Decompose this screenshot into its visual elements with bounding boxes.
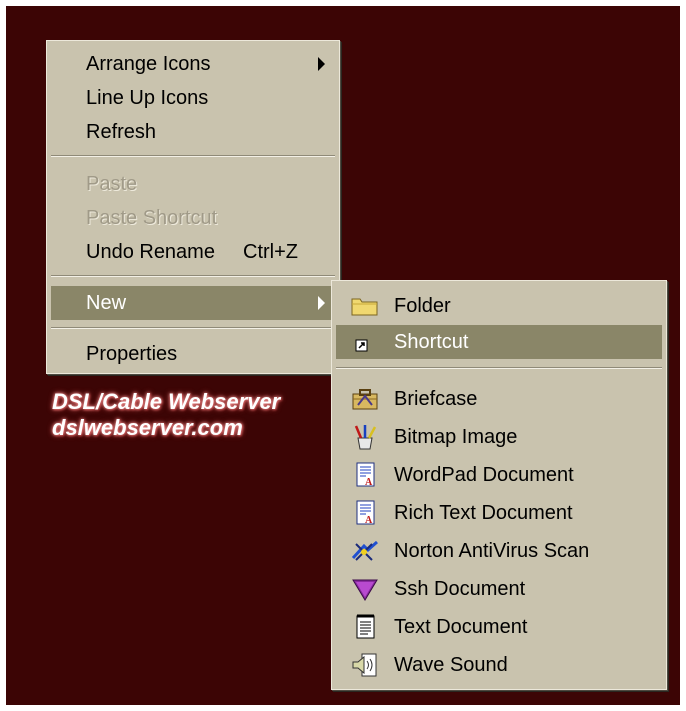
menu-separator bbox=[51, 155, 335, 157]
menu-item-label: Ssh Document bbox=[394, 577, 526, 600]
svg-text:A: A bbox=[365, 515, 373, 526]
menu-separator bbox=[51, 327, 335, 329]
submenu-item-folder[interactable]: Folder bbox=[336, 289, 662, 323]
menu-item-properties[interactable]: Properties bbox=[51, 337, 335, 371]
menu-item-label: WordPad Document bbox=[394, 463, 574, 486]
menu-item-label: Briefcase bbox=[394, 387, 478, 410]
paint-brush-icon bbox=[350, 424, 380, 450]
menu-item-label: Undo Rename bbox=[86, 240, 215, 263]
menu-item-label: Rich Text Document bbox=[394, 501, 573, 524]
menu-item-refresh[interactable]: Refresh bbox=[51, 115, 335, 149]
submenu-item-shortcut[interactable]: Shortcut bbox=[336, 325, 662, 359]
menu-item-label: Line Up Icons bbox=[86, 86, 209, 109]
menu-item-label: Norton AntiVirus Scan bbox=[394, 539, 590, 562]
menu-item-paste: Paste bbox=[51, 167, 335, 201]
briefcase-icon bbox=[350, 386, 380, 412]
menu-item-label: Wave Sound bbox=[394, 653, 508, 676]
folder-icon bbox=[350, 293, 380, 319]
submenu-item-wordpad-document[interactable]: A WordPad Document bbox=[336, 458, 662, 492]
watermark-line-2: dslwebserver.com bbox=[52, 415, 243, 440]
ssh-icon bbox=[350, 576, 380, 602]
rich-text-icon: A bbox=[350, 500, 380, 526]
menu-item-label: Arrange Icons bbox=[86, 52, 211, 75]
submenu-arrow-icon bbox=[318, 57, 325, 71]
norton-antivirus-icon bbox=[350, 538, 380, 564]
wordpad-icon: A bbox=[350, 462, 380, 488]
menu-separator bbox=[336, 367, 662, 369]
menu-item-line-up-icons[interactable]: Line Up Icons bbox=[51, 81, 335, 115]
submenu-arrow-icon bbox=[318, 296, 325, 310]
submenu-item-wave-sound[interactable]: Wave Sound bbox=[336, 648, 662, 682]
menu-item-new[interactable]: New bbox=[51, 286, 335, 320]
submenu-item-norton-antivirus-scan[interactable]: Norton AntiVirus Scan bbox=[336, 534, 662, 568]
menu-item-arrange-icons[interactable]: Arrange Icons bbox=[51, 47, 335, 81]
submenu-item-text-document[interactable]: Text Document bbox=[336, 610, 662, 644]
submenu-item-rich-text-document[interactable]: A Rich Text Document bbox=[336, 496, 662, 530]
menu-item-label: Properties bbox=[86, 342, 178, 365]
notepad-icon bbox=[350, 614, 380, 640]
menu-item-paste-shortcut: Paste Shortcut bbox=[51, 201, 335, 235]
speaker-icon bbox=[350, 652, 380, 678]
submenu-item-briefcase[interactable]: Briefcase bbox=[336, 382, 662, 416]
shortcut-icon bbox=[350, 329, 380, 355]
menu-separator bbox=[51, 275, 335, 277]
keyboard-shortcut: Ctrl+Z bbox=[243, 240, 298, 263]
submenu-item-ssh-document[interactable]: Ssh Document bbox=[336, 572, 662, 606]
submenu-item-bitmap-image[interactable]: Bitmap Image bbox=[336, 420, 662, 454]
desktop-background[interactable]: Arrange Icons Line Up Icons Refresh Past… bbox=[6, 6, 680, 705]
menu-item-label: Bitmap Image bbox=[394, 425, 518, 448]
new-submenu: Folder Shortcut Briefcase Bitmap Image A… bbox=[331, 280, 667, 690]
svg-text:A: A bbox=[365, 477, 373, 488]
menu-item-label: Text Document bbox=[394, 615, 528, 638]
menu-item-undo-rename[interactable]: Undo Rename Ctrl+Z bbox=[51, 235, 335, 269]
menu-item-label: Paste bbox=[86, 172, 138, 195]
menu-item-label: Paste Shortcut bbox=[86, 206, 218, 229]
watermark-line-1: DSL/Cable Webserver bbox=[52, 389, 281, 414]
watermark: DSL/Cable Webserver dslwebserver.com bbox=[52, 389, 280, 441]
menu-item-label: Folder bbox=[394, 294, 451, 317]
desktop-context-menu: Arrange Icons Line Up Icons Refresh Past… bbox=[46, 40, 340, 374]
menu-item-label: Shortcut bbox=[394, 330, 469, 353]
menu-item-label: New bbox=[86, 291, 127, 314]
menu-item-label: Refresh bbox=[86, 120, 157, 143]
